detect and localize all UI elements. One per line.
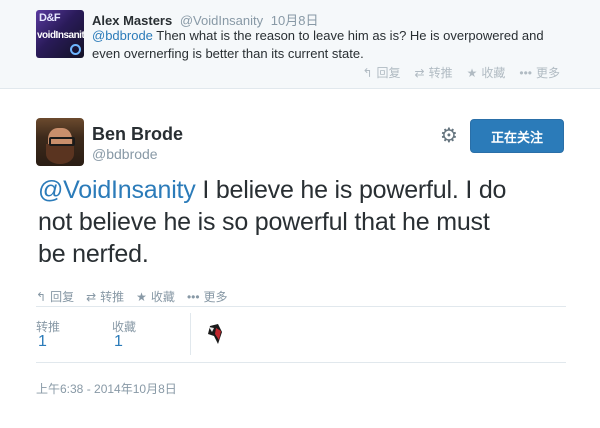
favorite-label: 收藏: [481, 66, 506, 80]
avatar-logo-text: D&F: [39, 12, 61, 24]
tweet-text: @VoidInsanity I believe he is powerful. …: [38, 174, 568, 270]
following-button[interactable]: 正在关注: [470, 119, 564, 153]
favorite-button[interactable]: ★ 收藏: [136, 288, 175, 305]
reply-icon: ↰: [362, 65, 373, 80]
avatar-glasses: [49, 137, 75, 146]
tweet-actions: ↰ 回复 ⇄ 转推 ★ 收藏 ••• 更多: [362, 64, 560, 81]
author-name[interactable]: Ben Brode: [92, 124, 183, 145]
favorite-star-icon: ★: [466, 65, 478, 80]
parent-tweet[interactable]: D&F voidInsanity Alex Masters @VoidInsan…: [0, 0, 600, 89]
reply-button[interactable]: ↰ 回复: [36, 288, 74, 305]
more-button[interactable]: ••• 更多: [519, 64, 560, 81]
reply-button[interactable]: ↰ 回复: [362, 64, 400, 81]
retweet-icon: ⇄: [86, 289, 97, 304]
tweet-text-line: not believe he is so powerful that he mu…: [38, 208, 490, 236]
retweets-count[interactable]: 1: [38, 333, 47, 351]
favoriter-avatar[interactable]: [206, 322, 226, 346]
favorites-count[interactable]: 1: [114, 333, 123, 351]
author-handle[interactable]: @VoidInsanity: [180, 13, 263, 28]
favorite-star-icon: ★: [136, 289, 147, 304]
favorite-button[interactable]: ★ 收藏: [467, 64, 506, 81]
gear-icon[interactable]: ⚙: [438, 124, 460, 147]
retweet-label: 转推: [100, 290, 125, 304]
retweet-button[interactable]: ⇄ 转推: [415, 64, 453, 81]
retweet-button[interactable]: ⇄ 转推: [86, 288, 124, 305]
tweet-text-line: be nerfed.: [38, 240, 149, 268]
retweet-icon: ⇄: [414, 65, 425, 80]
more-label: 更多: [535, 66, 560, 80]
reply-label: 回复: [50, 290, 75, 304]
retweet-label: 转推: [428, 66, 453, 80]
favorite-label: 收藏: [150, 290, 175, 304]
avatar[interactable]: [36, 118, 84, 166]
more-dots-icon: •••: [519, 65, 532, 80]
tweet-text: @bdbrode Then what is the reason to leav…: [92, 27, 572, 63]
reply-label: 回复: [376, 66, 401, 80]
divider: [190, 313, 191, 355]
tweet-text-line: Then what is the reason to leave him as …: [152, 28, 544, 43]
divider: [36, 362, 566, 363]
avatar[interactable]: D&F voidInsanity: [36, 10, 84, 58]
more-button[interactable]: ••• 更多: [187, 288, 228, 305]
avatar-ring-icon: [70, 44, 81, 55]
avatar-beard: [46, 144, 74, 164]
tweet-text-line: I believe he is powerful. I do: [195, 176, 507, 204]
tweet-actions: ↰ 回复 ⇄ 转推 ★ 收藏 ••• 更多: [36, 288, 228, 305]
mention-link[interactable]: @bdbrode: [92, 28, 153, 43]
tweet-text-line: even overnerfing is better than its curr…: [92, 46, 364, 61]
avatar-logo-text: voidInsanity: [37, 30, 84, 41]
more-dots-icon: •••: [186, 289, 200, 304]
mention-link[interactable]: @VoidInsanity: [38, 176, 196, 204]
tweet-date[interactable]: 10月8日: [271, 13, 319, 28]
tweet-timestamp: 上午6:38 - 2014年10月8日: [36, 382, 177, 396]
author-name[interactable]: Alex Masters: [92, 13, 172, 28]
reply-icon: ↰: [36, 289, 47, 304]
author-handle[interactable]: @bdbrode: [92, 146, 158, 162]
divider: [36, 306, 566, 307]
more-label: 更多: [203, 290, 228, 304]
